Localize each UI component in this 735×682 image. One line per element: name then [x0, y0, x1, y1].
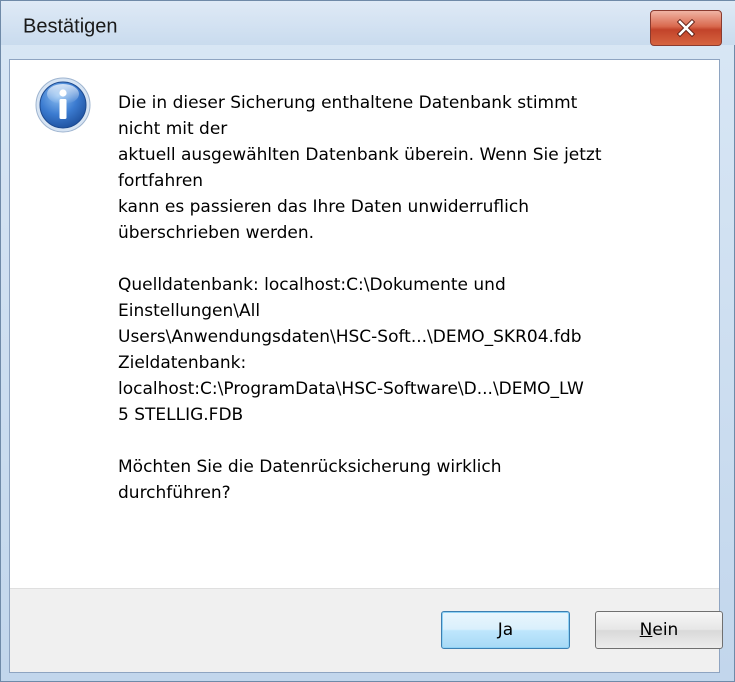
no-button[interactable]: Nein — [595, 611, 723, 649]
dialog-content: Die in dieser Sicherung enthaltene Daten… — [9, 59, 723, 673]
close-button[interactable] — [650, 10, 722, 46]
dialog-title: Bestätigen — [23, 15, 118, 38]
message-line: fortfahren — [118, 171, 204, 191]
message-line: kann es passieren das Ihre Daten unwider… — [118, 197, 529, 217]
message-line: Quelldatenbank: localhost:C:\Dokumente u… — [118, 275, 506, 295]
no-button-mnemonic: N — [639, 620, 653, 640]
message-line: durchführen? — [118, 483, 231, 503]
message-line: nicht mit der — [118, 119, 228, 139]
message-line: localhost:C:\ProgramData\HSC-Software\D.… — [118, 379, 584, 399]
yes-button[interactable]: Ja — [441, 611, 570, 649]
yes-button-label: Ja — [497, 620, 514, 640]
message-line: Die in dieser Sicherung enthaltene Daten… — [118, 93, 578, 113]
close-icon — [676, 19, 696, 37]
message-line: Möchten Sie die Datenrücksicherung wirkl… — [118, 457, 502, 477]
message-line: Users\Anwendungsdaten\HSC-Soft...\DEMO_S… — [118, 327, 582, 347]
button-bar: Ja Nein — [10, 588, 723, 672]
no-button-label-rest: ein — [652, 620, 679, 640]
dialog-message: Die in dieser Sicherung enthaltene Daten… — [118, 90, 718, 506]
message-line: Zieldatenbank: — [118, 353, 247, 373]
no-button-label: Nein — [640, 620, 679, 640]
message-line: 5 STELLIG.FDB — [118, 405, 244, 425]
title-bar[interactable]: Bestätigen — [1, 1, 735, 46]
info-icon — [35, 77, 91, 133]
message-line: überschrieben werden. — [118, 223, 315, 243]
message-line: aktuell ausgewählten Datenbank überein. … — [118, 145, 602, 165]
message-spacer — [118, 428, 718, 454]
confirm-dialog: Bestätigen Die in dieser Sicherung entha… — [0, 0, 735, 682]
message-line: Einstellungen\All — [118, 301, 261, 321]
message-spacer — [118, 246, 718, 272]
